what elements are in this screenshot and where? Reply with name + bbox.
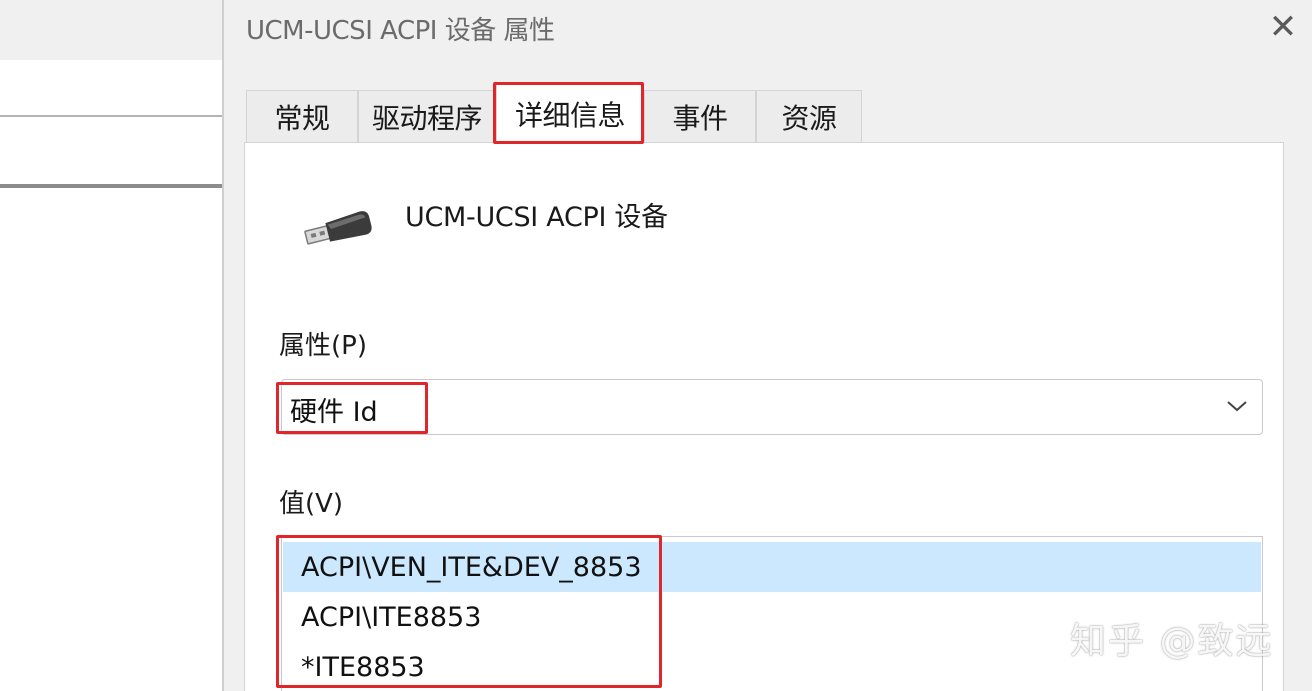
- list-item[interactable]: ACPI\VEN_ITE&DEV_8853: [283, 542, 1261, 592]
- properties-dialog: UCM-UCSI ACPI 设备 属性 ✕ 常规 驱动程序 详细信息 事件 资源…: [222, 0, 1312, 691]
- list-item-text: ACPI\VEN_ITE&DEV_8853: [301, 551, 642, 583]
- close-button[interactable]: ✕: [1260, 4, 1306, 50]
- device-name: UCM-UCSI ACPI 设备: [405, 202, 668, 233]
- watermark: 知乎 @致远: [1070, 621, 1274, 662]
- background-divider: [0, 115, 224, 117]
- list-item-text: *ITE8853: [301, 651, 425, 683]
- value-label: 值(V): [279, 489, 344, 519]
- property-select[interactable]: 硬件 Id: [281, 379, 1263, 435]
- property-select-value: 硬件 Id: [290, 397, 378, 428]
- tab-label: 常规: [274, 101, 330, 135]
- tab-resources[interactable]: 资源: [756, 90, 862, 142]
- background-toolbar: [0, 0, 224, 60]
- background-window: [0, 0, 224, 691]
- tab-details[interactable]: 详细信息: [496, 84, 644, 142]
- tab-label: 驱动程序: [371, 101, 483, 135]
- tab-general[interactable]: 常规: [246, 90, 358, 142]
- close-icon: ✕: [1268, 7, 1298, 47]
- usb-connector-icon: [304, 211, 372, 245]
- details-panel: UCM-UCSI ACPI 设备 属性(P) 硬件 Id 值(V) ACPI\V…: [244, 142, 1284, 691]
- tab-events[interactable]: 事件: [644, 90, 756, 142]
- background-divider-thick: [0, 184, 224, 188]
- dialog-title: UCM-UCSI ACPI 设备 属性: [246, 16, 555, 46]
- tab-label: 详细信息: [514, 98, 626, 132]
- tab-label: 事件: [672, 101, 728, 135]
- property-label: 属性(P): [279, 331, 367, 361]
- tab-driver[interactable]: 驱动程序: [358, 90, 496, 142]
- chevron-down-icon: [1227, 401, 1247, 412]
- tab-label: 资源: [781, 101, 837, 135]
- list-item-text: ACPI\ITE8853: [301, 601, 482, 633]
